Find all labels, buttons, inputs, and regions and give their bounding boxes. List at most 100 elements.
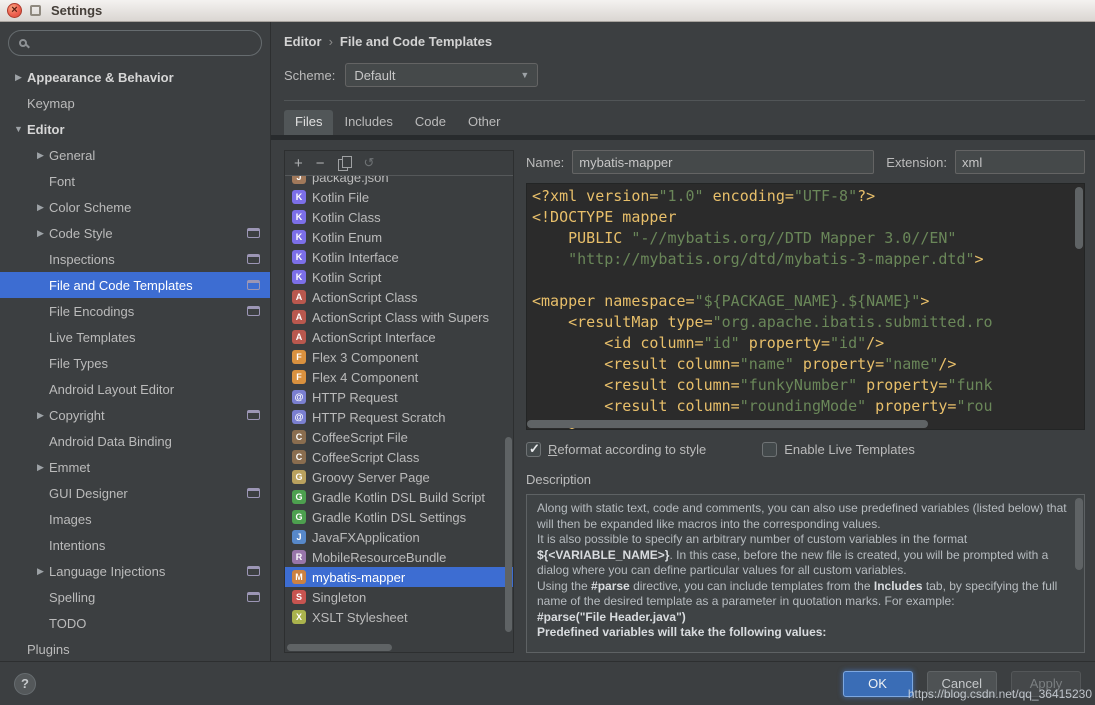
sidebar-item-label: Plugins (27, 641, 70, 657)
template-list-item[interactable]: J JavaFXApplication (285, 527, 513, 547)
sidebar-item-label: Code Style (49, 225, 113, 241)
screen-badge-icon (247, 228, 260, 238)
close-icon[interactable]: × (7, 3, 22, 18)
template-list-item[interactable]: R MobileResourceBundle (285, 547, 513, 567)
template-list-item[interactable]: A ActionScript Class with Supers (285, 307, 513, 327)
search-input[interactable] (34, 35, 251, 51)
window-title: Settings (51, 3, 103, 18)
chevron-icon[interactable]: ▶ (32, 202, 49, 213)
sidebar-item-spelling[interactable]: Spelling (0, 584, 270, 610)
template-extension-input[interactable] (955, 150, 1085, 174)
template-list-item[interactable]: F Flex 4 Component (285, 367, 513, 387)
sidebar-item-intentions[interactable]: Intentions (0, 532, 270, 558)
chevron-icon[interactable]: ▶ (32, 566, 49, 577)
chevron-icon[interactable]: ▶ (32, 228, 49, 239)
cancel-button[interactable]: Cancel (926, 670, 997, 697)
template-list-item[interactable]: G Groovy Server Page (285, 467, 513, 487)
sidebar-item-images[interactable]: Images (0, 506, 270, 532)
template-list-item[interactable]: A ActionScript Class (285, 287, 513, 307)
description-vertical-scrollbar[interactable] (1075, 498, 1083, 570)
breadcrumb: Editor › File and Code Templates (271, 22, 1095, 49)
template-list-vertical-scrollbar[interactable] (505, 436, 512, 632)
chevron-icon[interactable]: ▼ (10, 124, 27, 134)
sidebar-item-file-types[interactable]: File Types (0, 350, 270, 376)
screen-badge-icon (247, 410, 260, 420)
template-list-item[interactable]: K Kotlin Class (285, 207, 513, 227)
copy-template-icon[interactable] (337, 156, 352, 171)
template-list-item[interactable]: G Gradle Kotlin DSL Settings (285, 507, 513, 527)
sidebar-item-plugins[interactable]: Plugins (0, 636, 270, 661)
restore-icon[interactable] (30, 5, 41, 16)
template-list-item[interactable]: K Kotlin Interface (285, 247, 513, 267)
sidebar-item-emmet[interactable]: ▶ Emmet (0, 454, 270, 480)
sidebar-item-font[interactable]: Font (0, 168, 270, 194)
breadcrumb-editor[interactable]: Editor (284, 34, 322, 49)
sidebar-item-appearance-behavior[interactable]: ▶ Appearance & Behavior (0, 64, 270, 90)
search-icon (19, 39, 27, 47)
chevron-icon[interactable]: ▶ (32, 410, 49, 421)
template-list-item[interactable]: F Flex 3 Component (285, 347, 513, 367)
chevron-icon[interactable]: ▶ (32, 150, 49, 161)
remove-template-icon[interactable] (316, 156, 325, 171)
template-item-label: CoffeeScript Class (312, 449, 420, 465)
tab-code[interactable]: Code (404, 110, 457, 135)
template-list-item[interactable]: K Kotlin File (285, 187, 513, 207)
sidebar-item-android-layout-editor[interactable]: Android Layout Editor (0, 376, 270, 402)
ok-button[interactable]: OK (842, 670, 913, 697)
coffeescript-file-icon: C (292, 450, 306, 464)
sidebar-item-general[interactable]: ▶ General (0, 142, 270, 168)
sidebar-item-file-encodings[interactable]: File Encodings (0, 298, 270, 324)
gradle-file-icon: G (292, 510, 306, 524)
template-item-label: MobileResourceBundle (312, 549, 447, 565)
template-list-item[interactable]: A ActionScript Interface (285, 327, 513, 347)
sidebar-item-inspections[interactable]: Inspections (0, 246, 270, 272)
editor-vertical-scrollbar[interactable] (1075, 187, 1083, 249)
actionscript-file-icon: A (292, 290, 306, 304)
template-list-item[interactable]: K Kotlin Script (285, 267, 513, 287)
add-template-icon[interactable] (294, 156, 303, 171)
live-templates-checkbox[interactable]: Enable Live Templates (762, 441, 915, 457)
template-list-horizontal-scrollbar[interactable] (287, 644, 392, 651)
sidebar-item-gui-designer[interactable]: GUI Designer (0, 480, 270, 506)
template-list-item[interactable]: M mybatis-mapper (285, 567, 513, 587)
tab-label: Code (414, 114, 446, 129)
sidebar-item-label: Font (49, 173, 76, 189)
template-list-item[interactable]: @ HTTP Request Scratch (285, 407, 513, 427)
scheme-dropdown[interactable]: Default (345, 63, 539, 87)
sidebar-item-android-data-binding[interactable]: Android Data Binding (0, 428, 270, 454)
template-list-item[interactable]: G Gradle Kotlin DSL Build Script (285, 487, 513, 507)
sidebar-item-code-style[interactable]: ▶ Code Style (0, 220, 270, 246)
template-item-label: ActionScript Class (312, 289, 418, 305)
help-button[interactable]: ? (14, 672, 36, 695)
template-item-label: Singleton (312, 589, 367, 605)
sidebar-item-label: Copyright (49, 407, 105, 423)
sidebar-item-language-injections[interactable]: ▶ Language Injections (0, 558, 270, 584)
sidebar-item-live-templates[interactable]: Live Templates (0, 324, 270, 350)
template-name-input[interactable] (572, 150, 875, 174)
settings-search-box[interactable] (8, 30, 262, 56)
template-list-item[interactable]: K Kotlin Enum (285, 227, 513, 247)
template-list-item[interactable]: C CoffeeScript Class (285, 447, 513, 467)
revert-template-icon[interactable] (364, 155, 375, 171)
sidebar-item-editor[interactable]: ▼ Editor (0, 116, 270, 142)
chevron-icon[interactable]: ▶ (32, 462, 49, 473)
template-list-item[interactable]: J package.json (285, 176, 513, 187)
template-list-item[interactable]: S Singleton (285, 587, 513, 607)
apply-button[interactable]: Apply (1011, 670, 1081, 697)
template-list-item[interactable]: X XSLT Stylesheet (285, 607, 513, 627)
sidebar-item-file-and-code-templates[interactable]: File and Code Templates (0, 272, 270, 298)
sidebar-item-copyright[interactable]: ▶ Copyright (0, 402, 270, 428)
sidebar-item-color-scheme[interactable]: ▶ Color Scheme (0, 194, 270, 220)
tab-other[interactable]: Other (457, 110, 512, 135)
chevron-icon[interactable]: ▶ (10, 72, 27, 83)
tab-files[interactable]: Files (284, 110, 334, 135)
sidebar-item-keymap[interactable]: Keymap (0, 90, 270, 116)
editor-horizontal-scrollbar[interactable] (527, 420, 929, 428)
template-list-item[interactable]: @ HTTP Request (285, 387, 513, 407)
sidebar-item-todo[interactable]: TODO (0, 610, 270, 636)
sidebar-item-label: File and Code Templates (49, 277, 193, 293)
tab-includes[interactable]: Includes (333, 110, 403, 135)
template-code-editor[interactable]: <?xml version="1.0" encoding="UTF-8"?> <!… (526, 183, 1085, 430)
reformat-checkbox[interactable]: Reformat according to style (526, 441, 706, 457)
template-list-item[interactable]: C CoffeeScript File (285, 427, 513, 447)
